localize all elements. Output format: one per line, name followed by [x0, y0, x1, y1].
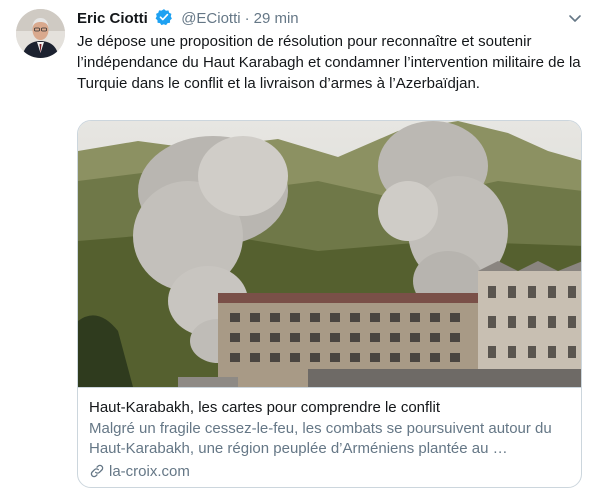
card-domain: la-croix.com — [89, 462, 190, 482]
author-handle[interactable]: @ECiotti — [181, 10, 240, 27]
card-image — [78, 121, 581, 387]
card-title: Haut-Karabakh, les cartes pour comprendr… — [89, 399, 441, 416]
tweet-header: Eric Ciotti @ECiotti · 29 min — [77, 8, 299, 28]
separator-dot: · — [244, 10, 250, 27]
link-card[interactable]: Haut-Karabakh, les cartes pour comprendr… — [77, 120, 582, 488]
tweet-timestamp[interactable]: 29 min — [254, 10, 299, 27]
card-body: Haut-Karabakh, les cartes pour comprendr… — [78, 387, 581, 487]
card-description: Malgré un fragile cessez-le-feu, les com… — [89, 420, 552, 457]
chevron-down-icon[interactable] — [567, 10, 583, 26]
link-icon — [90, 464, 104, 478]
avatar[interactable] — [16, 9, 65, 58]
author-name[interactable]: Eric Ciotti — [77, 10, 148, 27]
tweet-text: Je dépose une proposition de résolution … — [77, 33, 581, 92]
avatar-photo — [16, 9, 65, 58]
tweet: Eric Ciotti @ECiotti · 29 min Je dépose un… — [0, 0, 595, 497]
verified-badge-icon — [155, 8, 173, 32]
card-domain-text: la-croix.com — [109, 463, 190, 480]
